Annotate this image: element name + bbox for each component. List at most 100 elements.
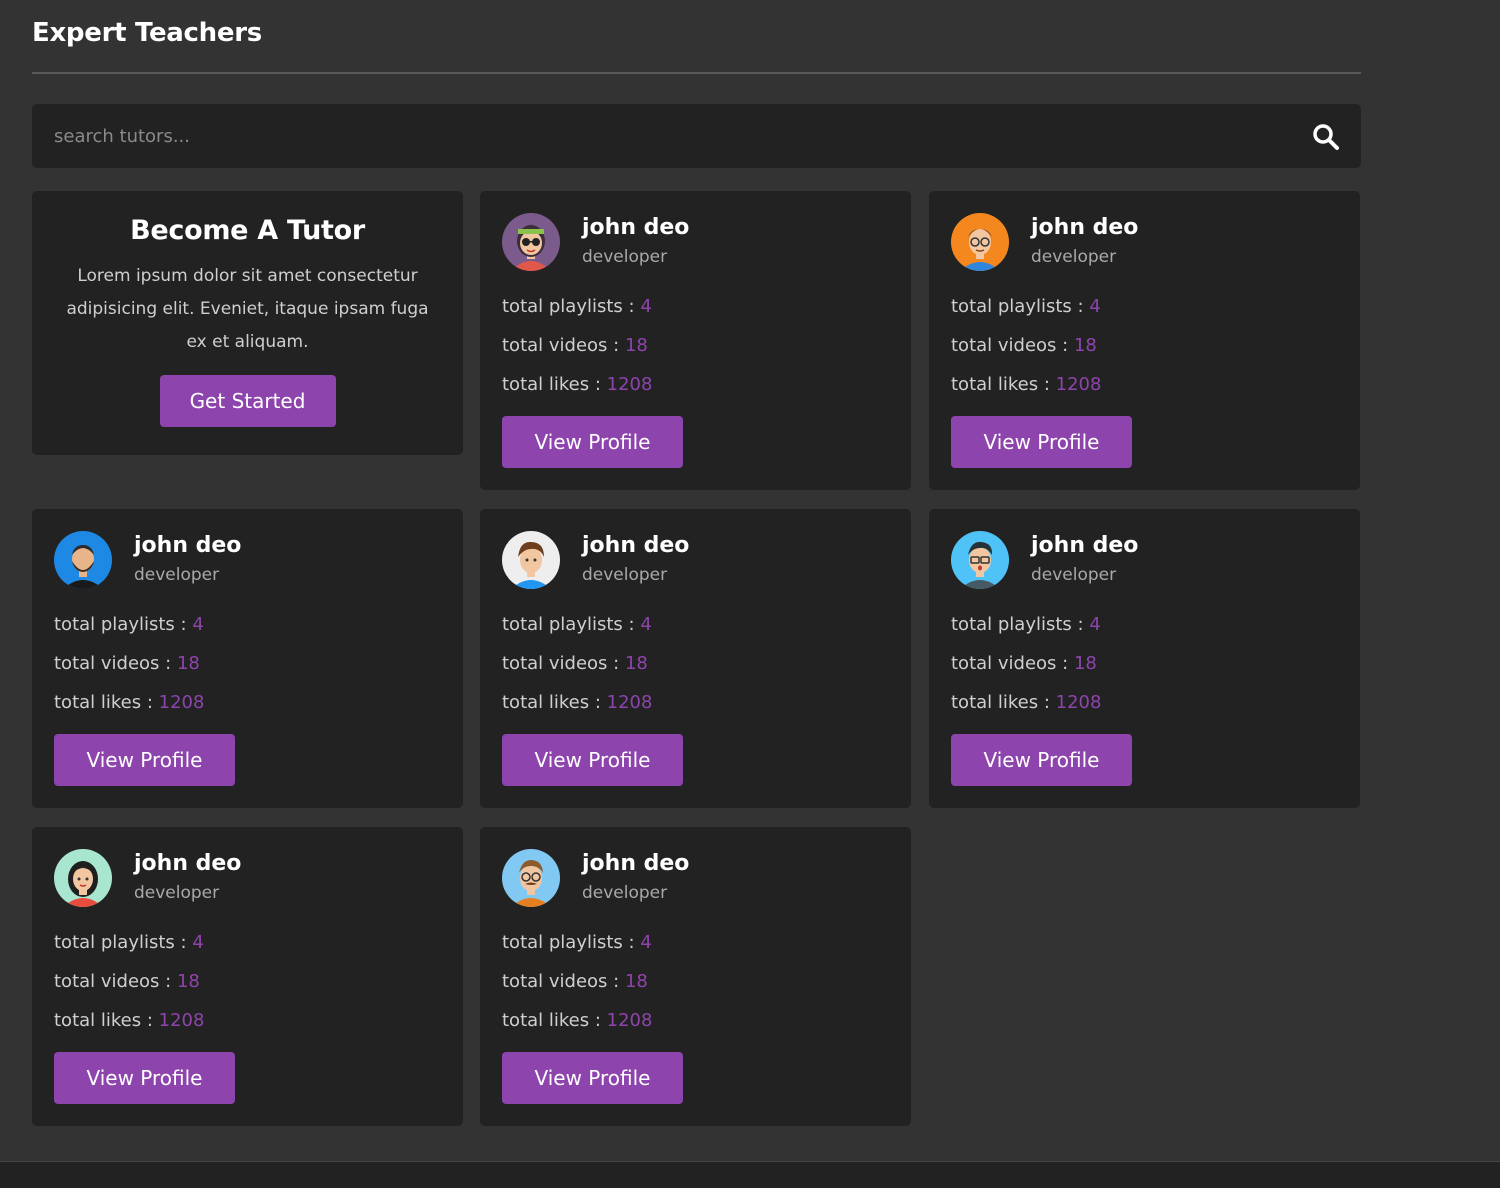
stat-label: total playlists :	[951, 614, 1090, 635]
stat-label: total playlists :	[502, 296, 641, 317]
stat-likes: total likes : 1208	[54, 1007, 441, 1046]
avatar-woman-black-hair-icon	[54, 849, 112, 907]
stat-value: 18	[1073, 653, 1097, 674]
teacher-name: john deo	[1031, 533, 1139, 558]
stat-likes: total likes : 1208	[951, 689, 1338, 728]
get-started-button[interactable]: Get Started	[159, 375, 336, 427]
footer-bar	[0, 1161, 1500, 1188]
stat-playlists: total playlists : 4	[54, 929, 441, 968]
stat-label: total videos :	[502, 653, 625, 674]
stat-likes: total likes : 1208	[951, 371, 1338, 410]
become-tutor-title: Become A Tutor	[130, 215, 365, 246]
stat-videos: total videos : 18	[502, 650, 889, 689]
stat-likes: total likes : 1208	[502, 1007, 889, 1046]
stat-label: total playlists :	[502, 932, 641, 953]
teacher-card: john deo developer total playlists : 4 t…	[32, 827, 463, 1126]
stat-playlists: total playlists : 4	[502, 929, 889, 968]
teacher-role: developer	[582, 565, 668, 585]
teacher-name: john deo	[134, 533, 242, 558]
stat-playlists: total playlists : 4	[951, 293, 1338, 332]
view-profile-button[interactable]: View Profile	[502, 416, 683, 468]
avatar-man-glasses-orange-icon	[951, 213, 1009, 271]
view-profile-button[interactable]: View Profile	[951, 416, 1132, 468]
search-bar	[32, 104, 1361, 168]
teacher-name: john deo	[582, 851, 690, 876]
view-profile-button[interactable]: View Profile	[502, 734, 683, 786]
stat-value: 4	[192, 932, 204, 953]
stat-label: total likes :	[502, 374, 607, 395]
teacher-card: john deo developer total playlists : 4 t…	[480, 191, 911, 490]
stat-videos: total videos : 18	[951, 650, 1338, 689]
stat-likes: total likes : 1208	[502, 371, 889, 410]
avatar-woman-sunglasses-icon	[502, 213, 560, 271]
stat-label: total playlists :	[54, 614, 193, 635]
stat-label: total videos :	[951, 653, 1074, 674]
teacher-role: developer	[582, 247, 668, 267]
teacher-card: john deo developer total playlists : 4 t…	[480, 509, 911, 808]
become-tutor-text: Lorem ipsum dolor sit amet consectetur a…	[66, 266, 429, 352]
teacher-role: developer	[582, 883, 668, 903]
avatar-man-mustache-glasses-icon	[502, 849, 560, 907]
teacher-card: john deo developer total playlists : 4 t…	[929, 509, 1360, 808]
stat-label: total videos :	[951, 335, 1074, 356]
stat-label: total likes :	[951, 374, 1056, 395]
stat-playlists: total playlists : 4	[951, 611, 1338, 650]
search-input[interactable]	[32, 104, 1272, 168]
stat-value: 1208	[158, 1010, 205, 1031]
stat-value: 18	[176, 971, 200, 992]
stat-value: 4	[1089, 296, 1101, 317]
stat-label: total videos :	[54, 653, 177, 674]
stat-label: total likes :	[502, 692, 607, 713]
stat-value: 4	[1089, 614, 1101, 635]
stat-value: 18	[624, 335, 648, 356]
teacher-role: developer	[1031, 247, 1117, 267]
stat-value: 1208	[158, 692, 205, 713]
stat-value: 1208	[606, 374, 653, 395]
stat-value: 1208	[606, 692, 653, 713]
teacher-name: john deo	[1031, 215, 1139, 240]
stat-videos: total videos : 18	[54, 968, 441, 1007]
teacher-card: john deo developer total playlists : 4 t…	[929, 191, 1360, 490]
stat-value: 1208	[606, 1010, 653, 1031]
stat-label: total videos :	[502, 335, 625, 356]
stat-value: 1208	[1055, 374, 1102, 395]
stat-label: total playlists :	[54, 932, 193, 953]
avatar-man-glasses-cyan-icon	[951, 531, 1009, 589]
stat-value: 18	[624, 971, 648, 992]
stat-value: 18	[176, 653, 200, 674]
stat-value: 18	[1073, 335, 1097, 356]
teacher-role: developer	[134, 883, 220, 903]
search-icon[interactable]	[1311, 122, 1341, 152]
stat-value: 4	[640, 614, 652, 635]
teacher-name: john deo	[134, 851, 242, 876]
stat-videos: total videos : 18	[502, 332, 889, 371]
view-profile-button[interactable]: View Profile	[54, 734, 235, 786]
stat-likes: total likes : 1208	[502, 689, 889, 728]
teacher-name: john deo	[582, 215, 690, 240]
stat-value: 1208	[1055, 692, 1102, 713]
stat-value: 18	[624, 653, 648, 674]
stat-label: total videos :	[54, 971, 177, 992]
stat-label: total likes :	[502, 1010, 607, 1031]
teacher-card: john deo developer total playlists : 4 t…	[32, 509, 463, 808]
avatar-man-beard-blue-icon	[54, 531, 112, 589]
view-profile-button[interactable]: View Profile	[54, 1052, 235, 1104]
stat-value: 4	[192, 614, 204, 635]
view-profile-button[interactable]: View Profile	[502, 1052, 683, 1104]
view-profile-button[interactable]: View Profile	[951, 734, 1132, 786]
title-divider	[32, 72, 1361, 74]
stat-playlists: total playlists : 4	[502, 611, 889, 650]
stat-value: 4	[640, 296, 652, 317]
stat-label: total playlists :	[951, 296, 1090, 317]
stat-playlists: total playlists : 4	[502, 293, 889, 332]
stat-label: total likes :	[54, 692, 159, 713]
stat-videos: total videos : 18	[54, 650, 441, 689]
stat-videos: total videos : 18	[502, 968, 889, 1007]
stat-value: 4	[640, 932, 652, 953]
stat-playlists: total playlists : 4	[54, 611, 441, 650]
teacher-role: developer	[134, 565, 220, 585]
stat-label: total videos :	[502, 971, 625, 992]
stat-likes: total likes : 1208	[54, 689, 441, 728]
stat-label: total likes :	[54, 1010, 159, 1031]
page-title: Expert Teachers	[32, 18, 262, 48]
